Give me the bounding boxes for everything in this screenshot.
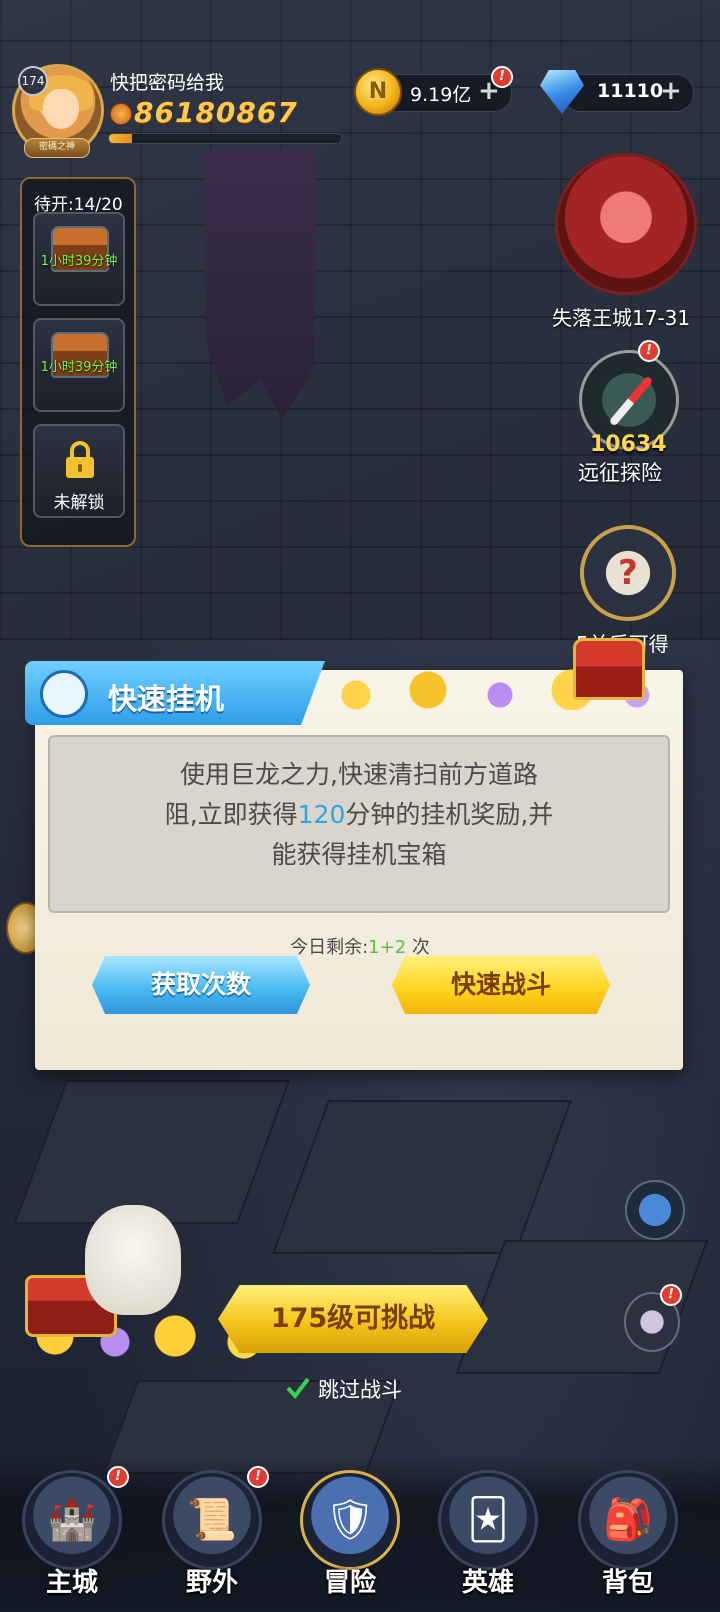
player-name: 快把密码给我 [110, 72, 225, 94]
player-level-badge: 174 [18, 66, 48, 96]
get-times-button[interactable]: 获取次数 [92, 956, 310, 1014]
nav-label: 背包 [601, 1568, 654, 1598]
skip-battle-label: 跳过战斗 [318, 1378, 402, 1402]
dialog-description: 使用巨龙之力,快速清扫前方道路 阻,立即获得120分钟的挂机奖励,并 能获得挂机… [60, 755, 658, 875]
nav-label: 野外 [185, 1568, 238, 1598]
chest-timer: 1小时39分钟 [40, 254, 118, 269]
desc-text: 阻,立即获得 [164, 800, 298, 829]
exp-bar-fill [109, 134, 133, 143]
floor-tile [13, 1080, 291, 1224]
chest-slot-locked[interactable]: 未解锁 [33, 424, 125, 518]
stage-label: 失落王城17-31 [552, 306, 691, 330]
remaining-unit: 次 [406, 937, 430, 958]
nav-wild[interactable]: 📜 野外 [152, 1470, 272, 1612]
challenge-button[interactable]: 175级可挑战 [218, 1285, 488, 1353]
quest-scroll-button[interactable] [625, 1180, 685, 1240]
map-scroll-icon: 📜 [162, 1470, 262, 1570]
avatar-title-tag: 密碼之神 [24, 138, 90, 158]
torn-banner [205, 150, 315, 420]
compass-needle-icon [608, 375, 654, 427]
locked-slot-label: 未解锁 [53, 493, 105, 513]
desc-minutes-highlight: 120 [297, 800, 346, 829]
gold-alert-badge: ! [491, 66, 513, 88]
gold-value: 9.19亿 [410, 84, 472, 106]
dialog-dragon-icon [40, 670, 88, 718]
skip-battle-checkbox[interactable] [285, 1375, 311, 1401]
exp-bar [108, 133, 342, 144]
lock-icon [66, 441, 94, 478]
dialog-title: 快速挂机 [108, 682, 225, 716]
power-value: 86180867 [134, 96, 298, 129]
shield-sword-icon: 🛡 [300, 1470, 400, 1570]
question-mark-icon: ? [618, 553, 638, 593]
remaining-value: 1+2 [368, 937, 407, 958]
backpack-icon: 🎒 [578, 1470, 678, 1570]
nav-main-city[interactable]: 🏰 主城 [12, 1470, 132, 1612]
desc-line-3: 能获得挂机宝箱 [271, 840, 447, 869]
avatar-face [43, 89, 79, 129]
hero-cards-icon: 🃏 [438, 1470, 538, 1570]
dragon-pet[interactable] [85, 1205, 181, 1315]
treasure-chest-decoration [573, 638, 645, 700]
floor-tile [271, 1100, 573, 1254]
add-gems-button[interactable]: + [660, 76, 682, 106]
castle-icon: 🏰 [22, 1470, 122, 1570]
expedition-label: 远征探险 [578, 461, 662, 485]
quick-battle-button[interactable]: 快速战斗 [392, 956, 610, 1014]
nav-adventure[interactable]: 🛡 冒险 [290, 1470, 410, 1612]
chest-slot-2[interactable]: 1小时39分钟 [33, 318, 125, 412]
expedition-value: 10634 [590, 432, 667, 457]
stage-portal-button[interactable] [555, 153, 697, 295]
nav-backpack[interactable]: 🎒 背包 [568, 1470, 688, 1612]
desc-line-2: 阻,立即获得120分钟的挂机奖励,并 [60, 795, 658, 835]
nav-label: 主城 [45, 1568, 98, 1598]
nav-label: 冒险 [323, 1568, 376, 1598]
desc-line-1: 使用巨龙之力,快速清扫前方道路 [180, 760, 538, 789]
chest-timer: 1小时39分钟 [40, 360, 118, 375]
remaining-times: 今日剩余:1+2 次 [0, 933, 720, 959]
desc-text: 分钟的挂机奖励,并 [345, 800, 554, 829]
chest-slot-1[interactable]: 1小时39分钟 [33, 212, 125, 306]
power-icon [110, 103, 132, 125]
expedition-alert-badge: ! [638, 340, 660, 362]
gem-value: 11110 [597, 80, 664, 102]
nav-wild-alert: ! [247, 1466, 269, 1488]
hourglass-alert-badge: ! [660, 1284, 682, 1306]
nav-main-city-alert: ! [107, 1466, 129, 1488]
remaining-label: 今日剩余: [290, 937, 369, 958]
nav-label: 英雄 [461, 1568, 514, 1598]
gold-coin-icon: N [354, 68, 402, 116]
nav-heroes[interactable]: 🃏 英雄 [428, 1470, 548, 1612]
mystery-reward-button[interactable]: ? [580, 525, 676, 621]
